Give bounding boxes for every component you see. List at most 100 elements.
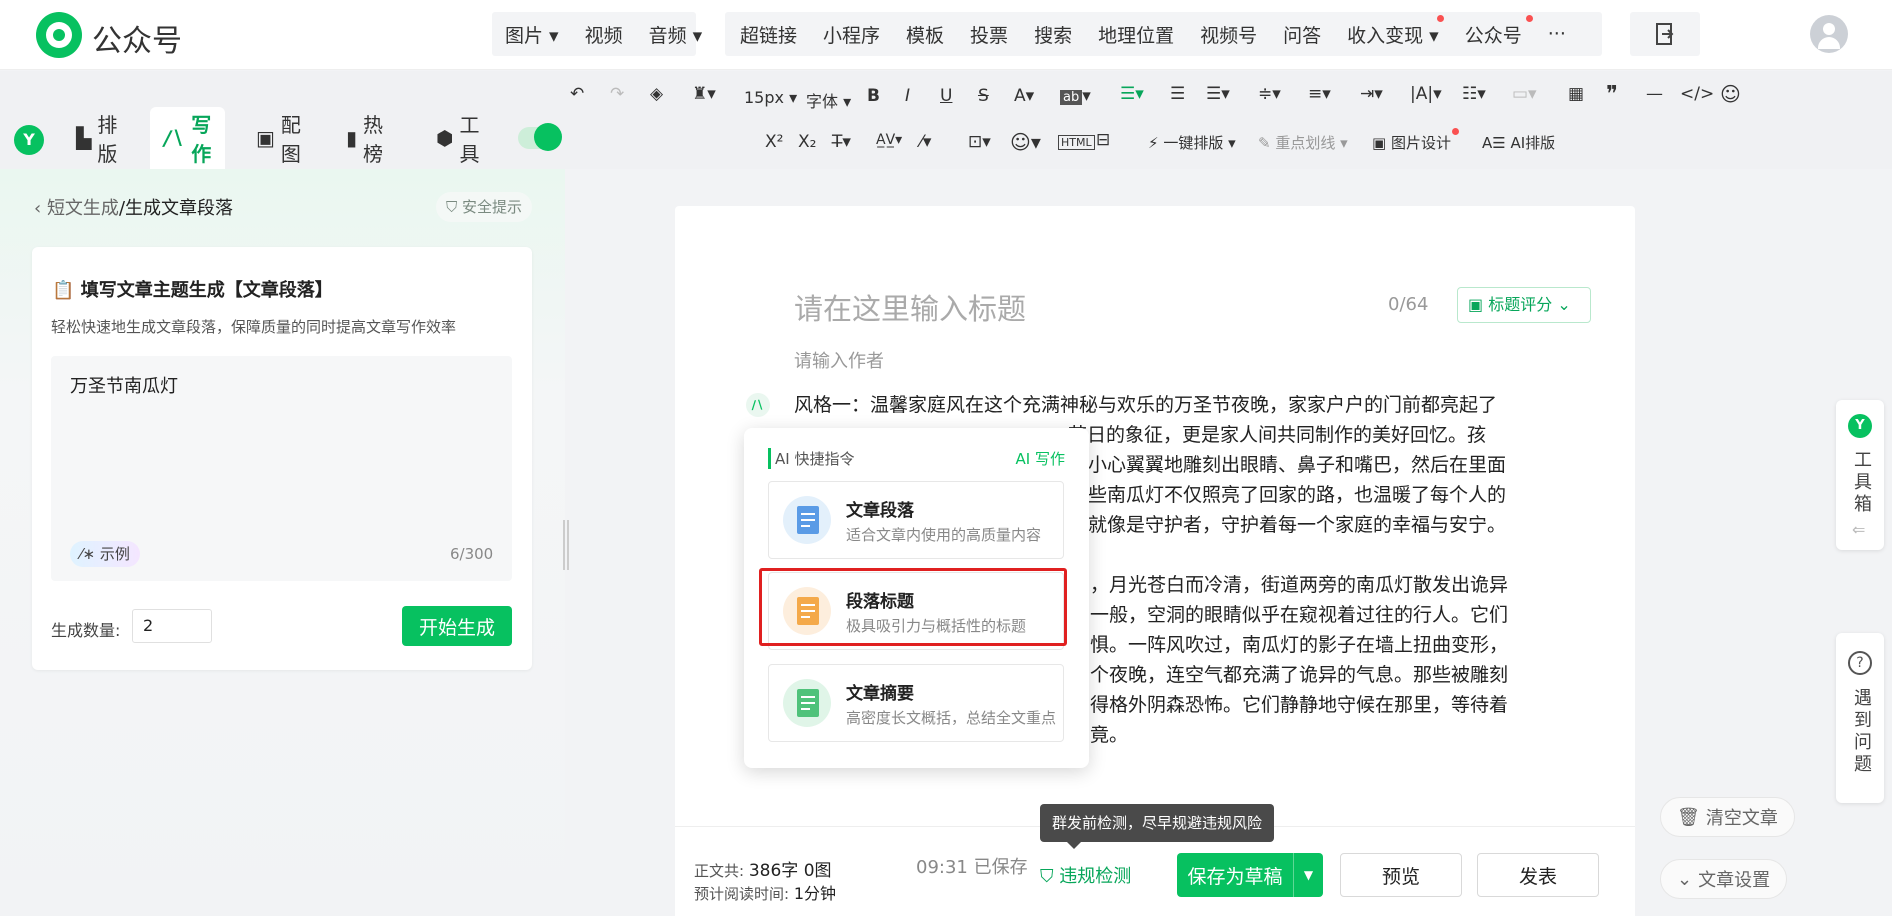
quote-icon[interactable]: ❞ xyxy=(1606,82,1618,107)
quantity-input[interactable]: 2 xyxy=(132,609,212,643)
divider-icon[interactable]: — xyxy=(1646,84,1663,104)
highlight-box xyxy=(759,568,1067,646)
sticker-icon[interactable]: ☺▾ xyxy=(1010,130,1041,154)
toolkit-icon[interactable]: ⊟ xyxy=(1096,130,1110,150)
media-menu: 图片 ▾ 视频 音频 ▾ xyxy=(492,12,702,56)
example-button[interactable]: ⁄∗ 示例 xyxy=(70,541,140,567)
bold-icon[interactable]: B xyxy=(867,86,880,106)
menu-video[interactable]: 视频 xyxy=(572,21,636,48)
font-family-select[interactable]: 字体 ▾ xyxy=(806,88,851,112)
menu-qa[interactable]: 问答 xyxy=(1270,21,1334,48)
title-input[interactable]: 请在这里输入标题 xyxy=(794,286,1026,328)
tab-writing[interactable]: ∕∖ 写作 xyxy=(150,107,226,169)
letter-spacing-icon[interactable]: |A|▾ xyxy=(1410,84,1442,104)
clear-format-icon[interactable]: T̶▾ xyxy=(832,132,851,152)
save-draft-dropdown-icon[interactable]: ▼ xyxy=(1293,853,1323,897)
command-article-summary[interactable]: 文章摘要 高密度长文概括，总结全文重点 xyxy=(768,664,1064,742)
menu-audio[interactable]: 音频 ▾ xyxy=(636,21,716,48)
menu-channels[interactable]: 视频号 xyxy=(1187,21,1270,48)
paragraph-spacing-icon[interactable]: ≡▾ xyxy=(1308,84,1331,104)
panel-splitter[interactable] xyxy=(563,520,569,570)
plugin-toggle[interactable] xyxy=(518,123,562,151)
command-desc: 适合文章内使用的高质量内容 xyxy=(846,526,1042,544)
shield-check-icon: ⛉ xyxy=(1040,866,1054,887)
layout-icon: ▙ xyxy=(76,126,92,150)
format-painter-icon[interactable]: ♜▾ xyxy=(692,84,716,104)
exit-icon xyxy=(1656,23,1674,45)
menu-monetize[interactable]: 收入变现 ▾ xyxy=(1334,14,1452,48)
highlight-line[interactable]: ✎ 重点划线 ▾ xyxy=(1258,132,1348,153)
exit-button[interactable] xyxy=(1630,12,1700,56)
tab-trending[interactable]: ▮ 热榜 xyxy=(346,107,383,169)
menu-image[interactable]: 图片 ▾ xyxy=(492,21,572,48)
image-layout-icon[interactable]: ▭▾ xyxy=(1512,84,1537,104)
italic-icon[interactable]: I xyxy=(905,86,910,106)
menu-official-account[interactable]: 公众号 xyxy=(1452,14,1535,48)
paragraph-line: 就像是守护者，守护着每一个家庭的幸福与安宁。 xyxy=(1088,514,1507,536)
strikethrough-icon[interactable]: S xyxy=(978,86,989,106)
save-draft-button[interactable]: 保存为草稿 xyxy=(1177,853,1293,897)
ai-assist-icon[interactable]: ∕∖ xyxy=(746,393,770,417)
publish-button[interactable]: 发表 xyxy=(1477,853,1599,897)
violation-check-button[interactable]: ⛉ 违规检测 xyxy=(1040,862,1131,888)
html-icon[interactable]: HTML xyxy=(1058,135,1095,150)
tab-tools[interactable]: ⬢ 工具 xyxy=(436,107,479,169)
align-center-icon[interactable]: ☰▾ xyxy=(1206,84,1230,104)
underline-icon[interactable]: U xyxy=(940,86,952,106)
superscript-icon[interactable]: X² xyxy=(765,132,783,152)
image-icon: ▣ xyxy=(256,126,275,150)
subscript-icon[interactable]: X₂ xyxy=(798,132,816,152)
avatar[interactable] xyxy=(1810,15,1848,53)
tab-layout[interactable]: ▙ 排版 xyxy=(76,107,117,169)
menu-more[interactable]: ··· xyxy=(1535,23,1579,45)
one-click-layout[interactable]: ⚡ 一键排版 ▾ xyxy=(1148,132,1236,153)
violation-tooltip: 群发前检测，尽早规避违规风险 xyxy=(1040,804,1275,842)
menu-hyperlink[interactable]: 超链接 xyxy=(727,21,810,48)
ai-writing-icon: ∕∖ xyxy=(164,126,186,150)
back-chevron-icon[interactable]: ‹ xyxy=(34,198,41,219)
safety-tip-button[interactable]: ⛉ 安全提示 xyxy=(436,192,533,222)
topic-value: 万圣节南瓜灯 xyxy=(70,376,178,397)
line-height-icon[interactable]: ≑▾ xyxy=(1258,84,1281,104)
faq-panel[interactable]: ? 遇到问题 xyxy=(1836,633,1884,803)
article-settings-button[interactable]: ⌄ 文章设置 xyxy=(1660,859,1788,899)
menu-template[interactable]: 模板 xyxy=(893,21,957,48)
ai-layout[interactable]: A☰ AI排版 xyxy=(1482,132,1555,153)
clear-article-button[interactable]: 🗑 清空文章 xyxy=(1660,797,1795,837)
magic-wand-icon[interactable]: ⁄▾ xyxy=(920,132,931,152)
indent-spacing-icon[interactable]: ⇥▾ xyxy=(1360,84,1383,104)
emoji-icon[interactable]: ☺ xyxy=(1720,82,1741,106)
indent-icon[interactable]: ☰ xyxy=(1170,84,1185,104)
menu-location[interactable]: 地理位置 xyxy=(1085,21,1187,48)
title-score-button[interactable]: ▣ 标题评分 ⌄ xyxy=(1457,287,1591,323)
preview-button[interactable]: 预览 xyxy=(1340,853,1462,897)
paragraph-line: 惧。一阵风吹过，南瓜灯的影子在墙上扭曲变形， xyxy=(1090,634,1509,656)
author-input[interactable]: 请输入作者 xyxy=(794,347,884,373)
title-count: 0/64 xyxy=(1388,294,1429,315)
menu-search[interactable]: 搜索 xyxy=(1021,21,1085,48)
list-icon[interactable]: ☷▾ xyxy=(1462,84,1486,104)
breadcrumb: ‹ 短文生成/生成文章段落 xyxy=(34,194,233,220)
redo-icon[interactable]: ↷ xyxy=(610,84,624,104)
background-color-icon[interactable]: ab ▾ xyxy=(1060,86,1091,106)
undo-icon[interactable]: ↶ xyxy=(570,84,584,104)
menu-miniprogram[interactable]: 小程序 xyxy=(810,21,893,48)
command-article-paragraph[interactable]: 文章段落 适合文章内使用的高质量内容 xyxy=(768,481,1064,559)
code-icon[interactable]: </> xyxy=(1680,84,1714,104)
chart-icon[interactable]: ⊡▾ xyxy=(968,132,991,152)
command-title: 文章摘要 xyxy=(846,684,914,704)
toolbox-panel[interactable]: Y 工具箱 ⇐ xyxy=(1836,400,1884,550)
char-spacing-icon[interactable]: A̲V̲▾ xyxy=(876,132,902,148)
font-size-select[interactable]: 15px ▾ xyxy=(744,88,797,107)
paragraph-line: 得格外阴森恐怖。它们静静地守候在那里，等待着 xyxy=(1090,694,1509,716)
font-color-icon[interactable]: A▾ xyxy=(1014,86,1034,106)
table-icon[interactable]: ▦ xyxy=(1568,84,1584,104)
generate-button[interactable]: 开始生成 xyxy=(402,606,512,646)
char-count: 6/300 xyxy=(450,545,494,563)
menu-vote[interactable]: 投票 xyxy=(957,21,1021,48)
breadcrumb-back[interactable]: 短文生成 xyxy=(47,198,119,219)
tab-illustration[interactable]: ▣ 配图 xyxy=(256,107,301,169)
eraser-icon[interactable]: ◈ xyxy=(650,84,663,104)
image-design[interactable]: ▣ 图片设计 xyxy=(1372,128,1459,153)
align-left-icon[interactable]: ☰▾ xyxy=(1120,84,1144,104)
